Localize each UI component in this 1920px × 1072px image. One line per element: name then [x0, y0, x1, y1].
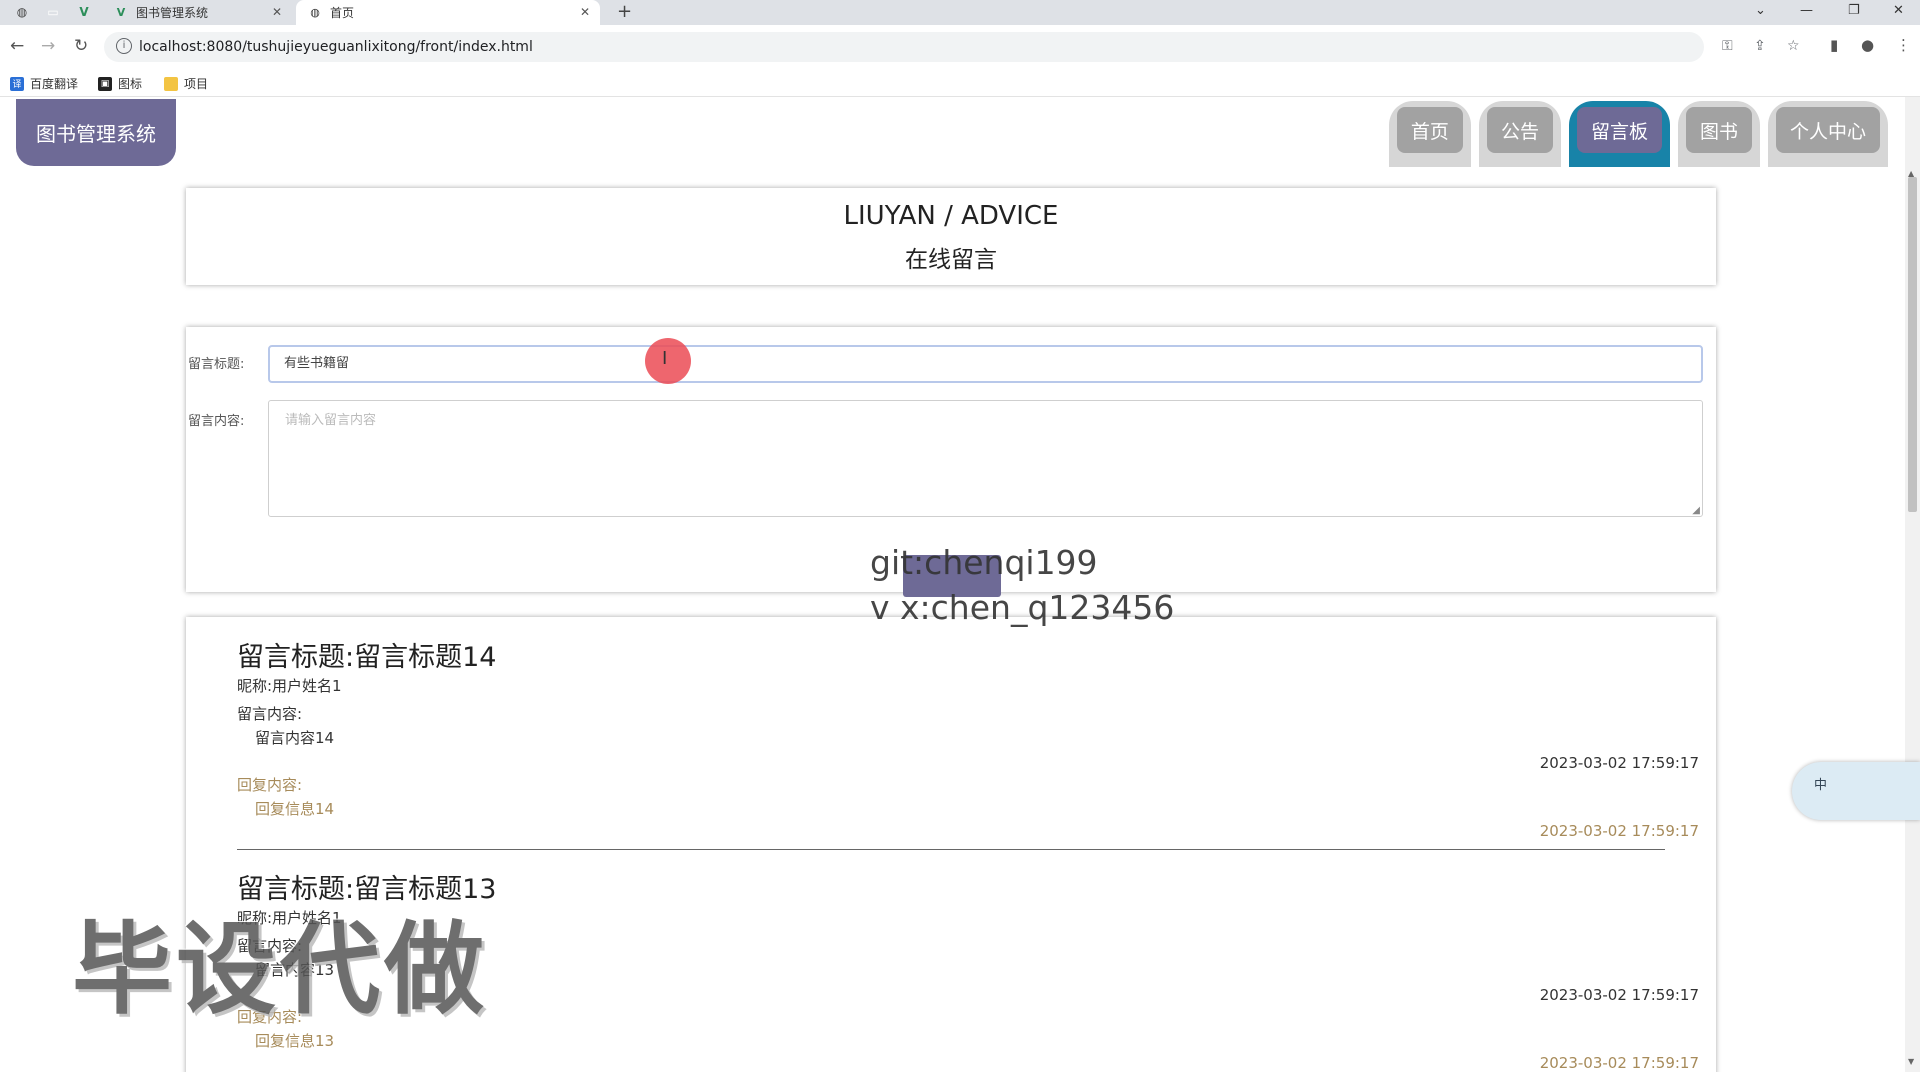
tab-library-system[interactable]: V 图书管理系统 ✕: [102, 0, 292, 25]
nav-personal-center[interactable]: 个人中心: [1767, 101, 1888, 167]
nav-label: 首页: [1396, 107, 1463, 153]
bookmark-icons[interactable]: ▣ 图标: [98, 75, 142, 92]
chevron-down-icon[interactable]: ⌄: [1755, 3, 1766, 18]
resize-grip-icon[interactable]: ◢: [1692, 505, 1700, 516]
section-header-card: LIUYAN / ADVICE 在线留言: [186, 188, 1716, 285]
folder-icon: [164, 76, 178, 91]
bookmark-icon: ▣: [98, 76, 112, 91]
restore-icon[interactable]: ❐: [1848, 3, 1860, 18]
minimize-icon[interactable]: —: [1800, 3, 1813, 18]
bookmark-label: 项目: [184, 77, 209, 91]
sidebar-icon[interactable]: ▮: [1830, 36, 1838, 54]
browser-tab-strip: ◍ ▭ V V 图书管理系统 ✕ ◍ 首页 ✕ + ⌄ — ❐ ✕: [0, 0, 1920, 25]
address-bar-row: ← → ↻ i localhost:8080/tushujieyueguanli…: [0, 25, 1920, 69]
bookmark-baidu-translate[interactable]: 译 百度翻译: [10, 75, 78, 92]
globe-icon: ◍: [310, 6, 320, 19]
ime-mode-label: 中: [1814, 778, 1828, 793]
cursor-highlight: [645, 338, 691, 384]
text-cursor-icon: I: [662, 348, 668, 369]
close-icon[interactable]: ✕: [272, 5, 282, 19]
bookmarks-bar: 译 百度翻译 ▣ 图标 项目: [0, 69, 1920, 97]
section-title-en: LIUYAN / ADVICE: [843, 201, 1059, 231]
message-content: 留言内容14: [255, 729, 335, 747]
vue-icon[interactable]: V: [76, 4, 92, 20]
nav-label: 个人中心: [1775, 107, 1880, 153]
globe-icon[interactable]: ◍: [14, 4, 30, 20]
section-title-cn: 在线留言: [905, 247, 997, 273]
reply-time: 2023-03-02 17:59:17: [1539, 1054, 1699, 1072]
nav-label: 图书: [1685, 107, 1752, 153]
nav-message-board[interactable]: 留言板: [1568, 101, 1670, 167]
key-icon[interactable]: ⚿: [1722, 38, 1733, 54]
nav-notice[interactable]: 公告: [1478, 101, 1561, 167]
content-placeholder: 请输入留言内容: [285, 413, 377, 428]
message-nickname: 昵称:用户姓名1: [237, 677, 342, 695]
close-window-icon[interactable]: ✕: [1893, 3, 1904, 18]
nav-label: 公告: [1486, 107, 1553, 153]
watermark-text: 毕设代做: [72, 911, 488, 1028]
reload-icon[interactable]: ↻: [74, 36, 88, 56]
scroll-thumb[interactable]: [1908, 177, 1917, 512]
overlay-git-text: git:chenqi199: [870, 543, 1098, 582]
bookmark-label: 图标: [118, 77, 143, 91]
tab-title: 首页: [330, 6, 355, 20]
forward-icon[interactable]: →: [41, 36, 55, 56]
info-icon[interactable]: i: [116, 38, 132, 54]
url-omnibox[interactable]: i localhost:8080/tushujieyueguanlixitong…: [104, 32, 1800, 62]
tab-title: 图书管理系统: [136, 6, 209, 20]
reply-content: 回复信息14: [255, 800, 335, 818]
reply-time: 2023-03-02 17:59:17: [1539, 822, 1699, 840]
message-content-label: 留言内容:: [237, 705, 303, 723]
main-nav: 首页 公告 留言板 图书 个人中心: [1388, 101, 1888, 167]
title-input[interactable]: 有些书籍留: [268, 345, 1703, 383]
page-scrollbar[interactable]: ▲ ▼: [1905, 97, 1920, 1072]
nav-label: 留言板: [1576, 107, 1662, 153]
tab-home[interactable]: ◍ 首页 ✕: [296, 0, 600, 25]
message-time: 2023-03-02 17:59:17: [1539, 754, 1699, 772]
bookmark-project[interactable]: 项目: [164, 75, 208, 92]
vue-icon: V: [116, 6, 126, 19]
blank-tab-icon[interactable]: ▭: [45, 4, 61, 20]
reply-label: 回复内容:: [237, 776, 303, 794]
message-title: 留言标题:留言标题14: [237, 642, 497, 673]
bookmark-label: 百度翻译: [30, 77, 79, 91]
message-time: 2023-03-02 17:59:17: [1539, 986, 1699, 1004]
ime-floating-widget[interactable]: 中: [1792, 762, 1920, 820]
overlay-contact-text: v x:chen_q123456: [870, 588, 1175, 627]
nav-home[interactable]: 首页: [1388, 101, 1471, 167]
profile-icon[interactable]: ●: [1861, 36, 1874, 54]
content-field-label: 留言内容:: [188, 414, 245, 429]
reply-content: 回复信息13: [255, 1032, 335, 1050]
nav-books[interactable]: 图书: [1677, 101, 1760, 167]
back-icon[interactable]: ←: [10, 36, 24, 56]
site-logo[interactable]: 图书管理系统: [16, 99, 176, 166]
star-icon[interactable]: ☆: [1787, 38, 1800, 54]
url-text[interactable]: localhost:8080/tushujieyueguanlixitong/f…: [139, 39, 533, 55]
share-icon[interactable]: ⇪: [1754, 38, 1766, 54]
close-icon[interactable]: ✕: [580, 5, 590, 19]
translate-icon: 译: [10, 76, 24, 91]
new-tab-icon[interactable]: +: [617, 1, 632, 22]
title-field-label: 留言标题:: [188, 357, 245, 372]
menu-icon[interactable]: ⋮: [1896, 36, 1911, 54]
message-divider: [237, 849, 1665, 850]
scroll-down-icon[interactable]: ▼: [1908, 1057, 1914, 1066]
content-textarea[interactable]: 请输入留言内容 ◢: [268, 400, 1703, 517]
